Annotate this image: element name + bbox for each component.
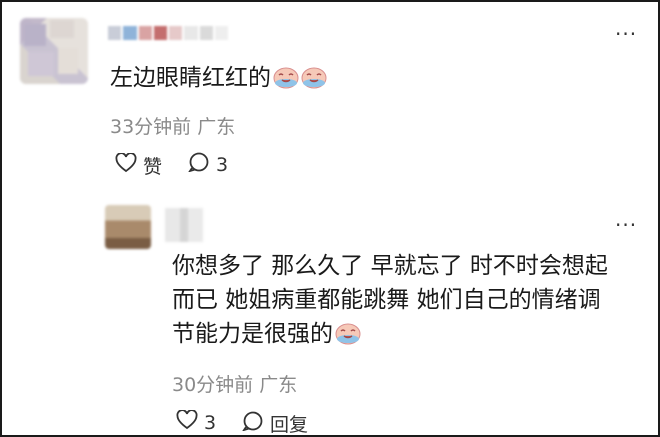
reply-label: 回复 xyxy=(270,414,309,436)
reply-username-blurred[interactable] xyxy=(165,208,203,242)
comment-text-body: 左边眼睛红红的 xyxy=(110,65,271,91)
reply-text-line2: 而已 她姐病重都能跳舞 她们自己的情绪调 xyxy=(172,287,601,313)
heart-icon xyxy=(115,152,137,178)
reply-text: 你想多了 那么久了 早就忘了 时不时会想起 而已 她姐病重都能跳舞 她们自己的情… xyxy=(172,249,608,355)
reply-location: 广东 xyxy=(259,374,298,396)
like-button[interactable]: 赞 xyxy=(115,152,162,179)
screenshot-frame xyxy=(0,0,660,437)
comment-location: 广东 xyxy=(197,116,236,138)
reply-text-line3: 节能力是很强的 xyxy=(172,321,333,347)
crying-face-icon xyxy=(301,65,327,99)
reply-text-line1: 你想多了 那么久了 早就忘了 时不时会想起 xyxy=(172,253,608,279)
comment-bubble-icon xyxy=(241,411,264,436)
like-label: 赞 xyxy=(143,156,163,178)
reply-meta: 30分钟前 广东 xyxy=(172,370,297,397)
username-blurred[interactable] xyxy=(108,20,228,50)
comment-time: 33分钟前 xyxy=(110,116,192,138)
comment-text: 左边眼睛红红的 xyxy=(110,61,327,99)
reply-like-count: 3 xyxy=(204,411,217,434)
comment-meta: 33分钟前 广东 xyxy=(110,112,235,139)
reply-more-options-icon[interactable]: ··· xyxy=(615,213,637,237)
reply-count-button[interactable]: 3 xyxy=(187,152,229,177)
crying-face-icon xyxy=(273,65,299,99)
reply-button[interactable]: 回复 xyxy=(241,410,309,437)
heart-icon xyxy=(176,409,198,435)
avatar[interactable] xyxy=(20,18,88,84)
reply-like-button[interactable]: 3 xyxy=(176,409,217,435)
reply-time: 30分钟前 xyxy=(172,374,254,396)
crying-face-icon xyxy=(335,321,361,355)
more-options-icon[interactable]: ··· xyxy=(615,22,637,46)
reply-text-line3-container: 节能力是很强的 xyxy=(172,317,608,355)
reply-count: 3 xyxy=(216,153,229,176)
reply-avatar[interactable] xyxy=(105,205,151,249)
comment-bubble-icon xyxy=(187,152,210,177)
